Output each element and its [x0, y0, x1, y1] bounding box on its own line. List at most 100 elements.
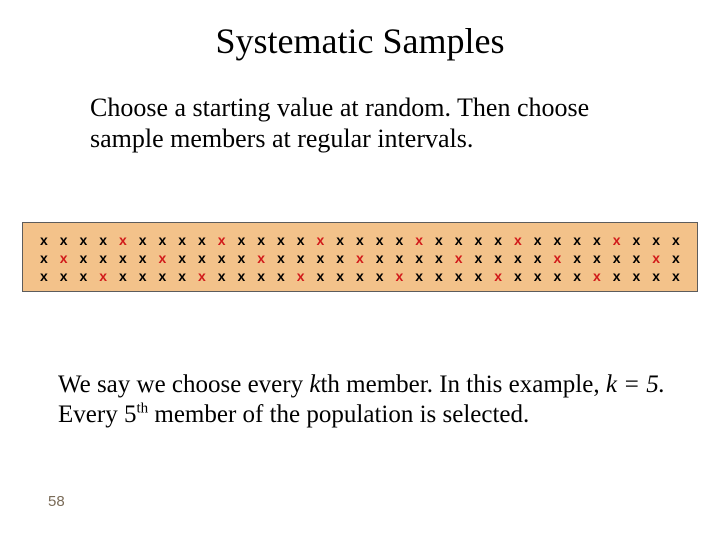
population-member-selected: x — [588, 269, 606, 283]
population-member: x — [588, 233, 606, 247]
ordinal-sup: th — [136, 401, 148, 417]
population-member: x — [371, 251, 389, 265]
population-member: x — [529, 269, 547, 283]
population-member: x — [549, 233, 567, 247]
population-member-selected: x — [292, 269, 310, 283]
population-member-selected: x — [489, 269, 507, 283]
k-equals: k = 5. — [606, 371, 665, 398]
population-member: x — [470, 251, 488, 265]
diagram-row: xxxxxxxxxxxxxxxxxxxxxxxxxxxxxxxxx — [35, 269, 685, 283]
slide: Systematic Samples Choose a starting val… — [0, 0, 720, 540]
population-member: x — [75, 233, 93, 247]
population-member: x — [391, 251, 409, 265]
population-member-selected: x — [193, 269, 211, 283]
population-member: x — [628, 233, 646, 247]
population-member: x — [568, 251, 586, 265]
population-member: x — [134, 269, 152, 283]
population-member: x — [213, 269, 231, 283]
population-member: x — [450, 233, 468, 247]
population-member: x — [430, 251, 448, 265]
population-member: x — [667, 269, 685, 283]
population-member: x — [252, 233, 270, 247]
population-member: x — [430, 269, 448, 283]
population-member: x — [134, 251, 152, 265]
population-diagram: xxxxxxxxxxxxxxxxxxxxxxxxxxxxxxxxxxxxxxxx… — [22, 222, 698, 292]
population-member-selected: x — [114, 233, 132, 247]
population-member: x — [75, 269, 93, 283]
population-member: x — [410, 269, 428, 283]
population-member: x — [430, 233, 448, 247]
population-member: x — [450, 269, 468, 283]
diagram-row: xxxxxxxxxxxxxxxxxxxxxxxxxxxxxxxxx — [35, 251, 685, 265]
population-member: x — [489, 251, 507, 265]
population-member: x — [312, 251, 330, 265]
population-member: x — [588, 251, 606, 265]
conclusion-tail-post: member of the population is selected. — [148, 401, 529, 428]
slide-title: Systematic Samples — [0, 22, 720, 62]
population-member: x — [568, 269, 586, 283]
population-member: x — [371, 269, 389, 283]
population-member: x — [489, 233, 507, 247]
population-member-selected: x — [391, 269, 409, 283]
population-member: x — [568, 233, 586, 247]
population-member: x — [173, 233, 191, 247]
population-member: x — [75, 251, 93, 265]
population-member: x — [509, 251, 527, 265]
population-member-selected: x — [608, 233, 626, 247]
population-member: x — [529, 251, 547, 265]
population-member: x — [608, 269, 626, 283]
population-member: x — [331, 251, 349, 265]
population-member: x — [252, 269, 270, 283]
population-member: x — [331, 269, 349, 283]
page-number: 58 — [48, 493, 65, 510]
population-member: x — [154, 233, 172, 247]
population-member: x — [470, 233, 488, 247]
population-member: x — [272, 233, 290, 247]
population-member-selected: x — [549, 251, 567, 265]
intro-text: Choose a starting value at random. Then … — [90, 92, 660, 154]
population-member: x — [292, 251, 310, 265]
population-member: x — [173, 269, 191, 283]
population-member: x — [55, 269, 73, 283]
population-member: x — [470, 269, 488, 283]
population-member: x — [114, 269, 132, 283]
population-member: x — [628, 269, 646, 283]
population-member-selected: x — [55, 251, 73, 265]
population-member-selected: x — [351, 251, 369, 265]
population-member-selected: x — [647, 251, 665, 265]
population-member: x — [233, 251, 251, 265]
population-member: x — [371, 233, 389, 247]
conclusion-pre: We say we choose every — [58, 371, 309, 398]
population-member: x — [351, 269, 369, 283]
population-member-selected: x — [94, 269, 112, 283]
population-member: x — [272, 269, 290, 283]
population-member: x — [391, 233, 409, 247]
conclusion-kth-suffix: th member. In this example, — [320, 371, 605, 398]
population-member: x — [667, 251, 685, 265]
population-member: x — [35, 233, 53, 247]
conclusion-tail-pre: Every 5 — [58, 401, 136, 428]
population-member-selected: x — [312, 233, 330, 247]
population-member: x — [114, 251, 132, 265]
population-member: x — [351, 233, 369, 247]
population-member: x — [647, 233, 665, 247]
population-member: x — [529, 233, 547, 247]
population-member: x — [55, 233, 73, 247]
population-member: x — [213, 251, 231, 265]
population-member: x — [134, 233, 152, 247]
population-member: x — [331, 233, 349, 247]
population-member: x — [647, 269, 665, 283]
conclusion-text: We say we choose every kth member. In th… — [58, 370, 668, 430]
population-member-selected: x — [252, 251, 270, 265]
population-member: x — [410, 251, 428, 265]
population-member: x — [667, 233, 685, 247]
population-member-selected: x — [410, 233, 428, 247]
population-member: x — [628, 251, 646, 265]
population-member: x — [154, 269, 172, 283]
diagram-row: xxxxxxxxxxxxxxxxxxxxxxxxxxxxxxxxx — [35, 233, 685, 247]
population-member-selected: x — [509, 233, 527, 247]
population-member-selected: x — [450, 251, 468, 265]
population-member: x — [272, 251, 290, 265]
population-member: x — [292, 233, 310, 247]
population-member: x — [549, 269, 567, 283]
